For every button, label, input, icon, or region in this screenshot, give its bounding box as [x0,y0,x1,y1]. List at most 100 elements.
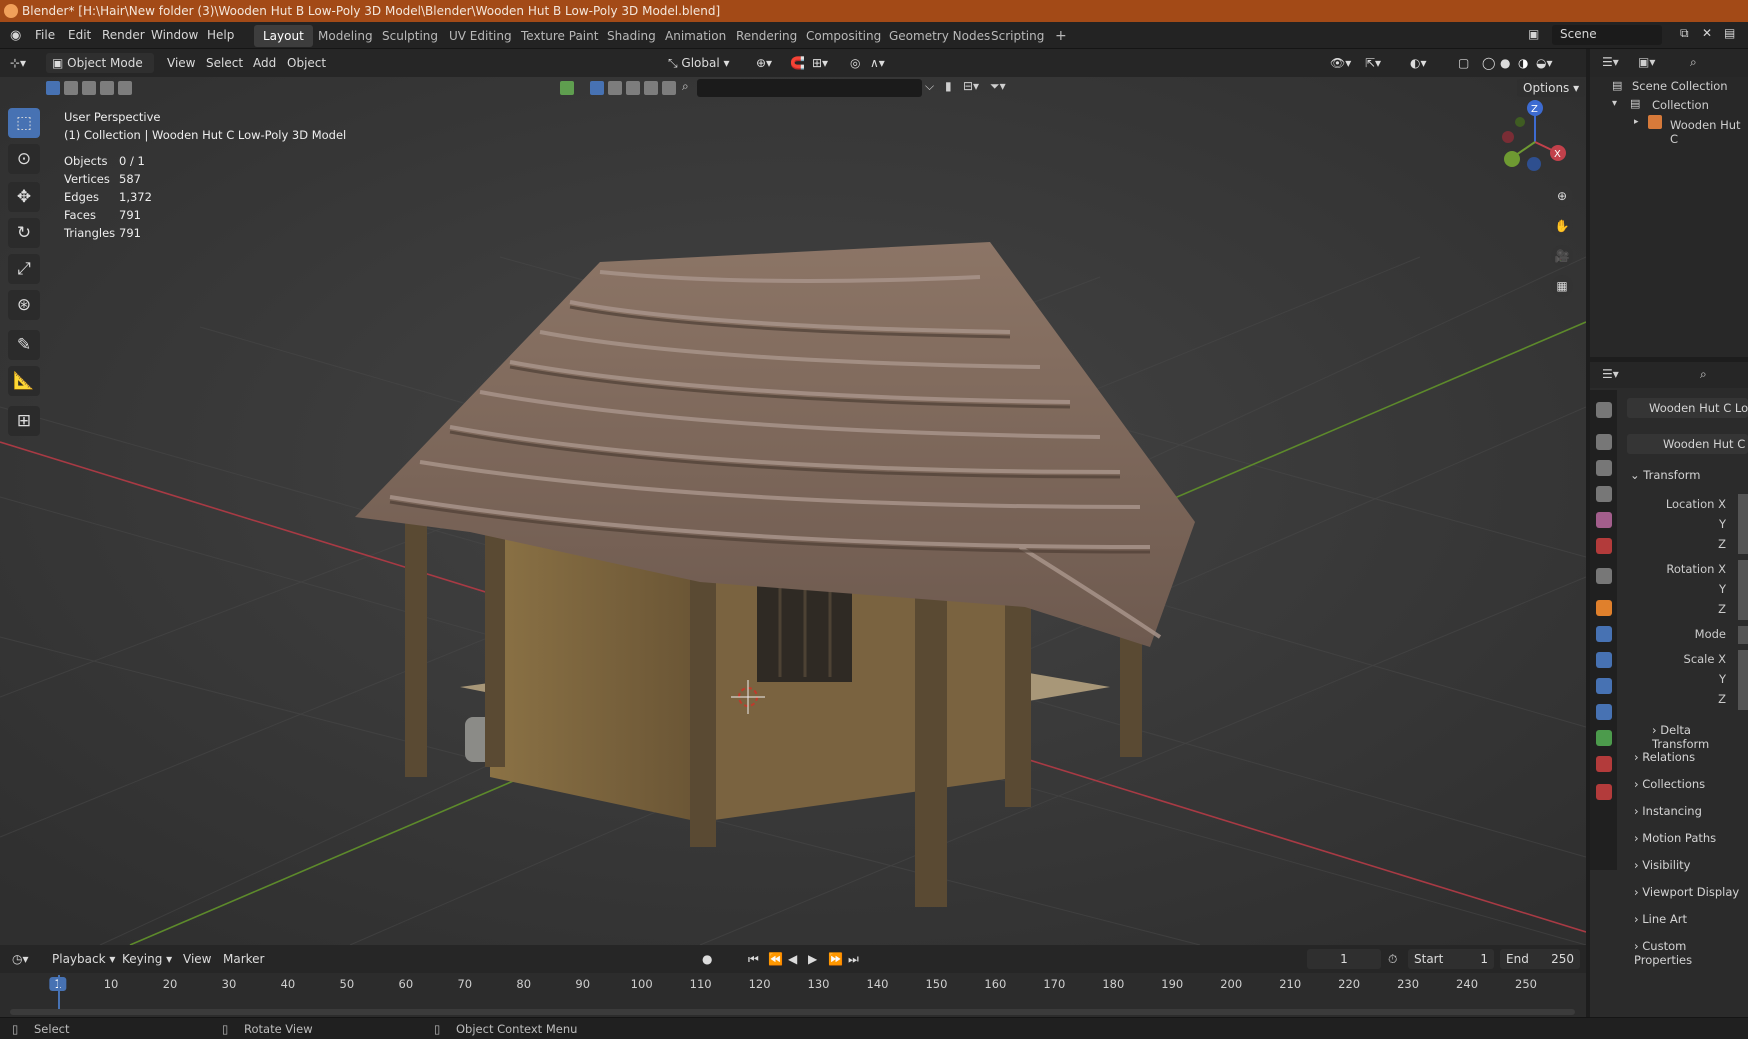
world-tab-icon[interactable] [1596,538,1612,554]
auto-keying-icon[interactable]: ● [702,949,712,969]
prev-keyframe-icon[interactable]: ⏪ [768,949,783,969]
select-box-tool-icon[interactable]: ⬚ [8,108,40,138]
cursor-tool-icon[interactable]: ⊙ [8,144,40,174]
data-tab-icon[interactable] [1596,730,1612,746]
timeline-view-menu[interactable]: View [183,949,211,969]
tab-scripting[interactable]: Scripting [982,25,1053,47]
menu-view[interactable]: View [167,53,195,73]
xray-icon[interactable]: ▢ [1458,53,1469,73]
move-tool-icon[interactable]: ✥ [8,182,40,212]
data-name-field[interactable]: Wooden Hut C Lo [1627,434,1748,454]
new-scene-icon[interactable]: ⧉ [1680,26,1689,41]
material-shading-icon[interactable]: ◑ [1518,53,1528,73]
menu-window[interactable]: Window [151,28,198,42]
timeline-area[interactable]: 1102030405060708090100110120130140150160… [0,973,1586,1017]
add-workspace-button[interactable]: + [1046,25,1076,47]
menu-render[interactable]: Render [102,28,145,42]
annotate-tool-icon[interactable]: ✎ [8,330,40,360]
timeline-editor-icon[interactable]: ◷▾ [12,949,29,969]
particles-tab-icon[interactable] [1596,652,1612,668]
transform-value-fields[interactable] [1738,494,1748,710]
current-frame-field[interactable]: 1 [1307,949,1381,969]
texture-tab-icon[interactable] [1596,784,1612,800]
select-new-icon[interactable] [46,81,60,95]
falloff-icon[interactable]: ∧▾ [870,53,885,73]
display-mode-icon[interactable]: ▣▾ [1638,55,1655,69]
tab-modeling[interactable]: Modeling [309,25,382,47]
start-frame-field[interactable]: Start 1 [1408,949,1494,969]
properties-editor-icon[interactable]: ☰▾ [1602,367,1619,381]
filter-icon[interactable]: ⏷▾ [990,79,1006,94]
viewport-display-panel[interactable]: › Viewport Display [1634,885,1739,899]
tab-compositing[interactable]: Compositing [797,25,890,47]
select-extend-icon[interactable] [64,81,78,95]
material-tab-icon[interactable] [1596,756,1612,772]
rotate-tool-icon[interactable]: ↻ [8,218,40,248]
world-filter-icon[interactable] [644,81,658,95]
proportional-edit-icon[interactable]: ◎ [850,53,860,73]
rendered-shading-icon[interactable]: ◒▾ [1536,53,1553,73]
line-art-panel[interactable]: › Line Art [1634,912,1687,926]
overlays-icon[interactable]: ◐▾ [1410,53,1427,73]
delta-transform-subpanel[interactable]: › Delta Transform [1652,723,1748,751]
playback-menu[interactable]: Playback ▾ [52,949,115,969]
snap-icon[interactable]: 🧲 [790,53,805,73]
scene-tab-icon[interactable] [1596,512,1612,528]
layout-icon[interactable]: ⊟▾ [963,79,979,93]
properties-search-icon[interactable]: ⌕ [1700,367,1707,382]
select-intersect-icon[interactable] [118,81,132,95]
menu-file[interactable]: File [35,28,55,42]
tool-tab-icon[interactable] [1596,402,1612,418]
output-tab-icon[interactable] [1596,460,1612,476]
tab-animation[interactable]: Animation [656,25,735,47]
menu-help[interactable]: Help [207,28,234,42]
collection-label[interactable]: Collection [1652,98,1709,112]
keying-menu[interactable]: Keying ▾ [122,949,172,969]
measure-tool-icon[interactable]: 📐 [8,366,40,396]
filter-search-input[interactable] [697,79,922,97]
scene-name-field[interactable]: Scene [1552,25,1662,45]
constraints-tab-icon[interactable] [1596,704,1612,720]
select-invert-icon[interactable] [100,81,114,95]
camera-view-icon[interactable]: 🎥 [1551,245,1573,267]
select-subtract-icon[interactable] [82,81,96,95]
view-layer-tab-icon[interactable] [1596,486,1612,502]
transform-panel-header[interactable]: ⌄ Transform [1630,468,1701,482]
next-keyframe-icon[interactable]: ⏩ [828,949,843,969]
object-type-icon[interactable] [560,81,574,95]
object-label[interactable]: Wooden Hut C [1670,118,1748,146]
menu-add[interactable]: Add [253,53,276,73]
orientation-dropdown[interactable]: ⤡ Global ▾ [668,53,730,73]
menu-edit[interactable]: Edit [68,28,91,42]
play-reverse-icon[interactable]: ◀ [788,949,797,969]
instancing-panel[interactable]: › Instancing [1634,804,1702,818]
jump-start-icon[interactable]: ⏮ [748,949,759,969]
collection-tab-icon[interactable] [1596,568,1612,584]
jump-end-icon[interactable]: ⏭ [848,949,859,969]
scene-collection-label[interactable]: Scene Collection [1632,79,1728,93]
end-frame-field[interactable]: End 250 [1500,949,1580,969]
tab-layout[interactable]: Layout [254,25,313,47]
object-expand-icon[interactable]: ▸ [1634,117,1639,127]
funnel-clear-icon[interactable]: ⌵ [925,79,934,94]
tab-uv-editing[interactable]: UV Editing [440,25,521,47]
pivot-icon[interactable]: ⊕▾ [756,53,772,73]
collections-panel[interactable]: › Collections [1634,777,1705,791]
modifier-tab-icon[interactable] [1596,626,1612,642]
collection-expand-icon[interactable]: ▾ [1612,98,1617,109]
view-layer-icon[interactable]: ▤ [1724,26,1735,40]
timeline-scrollbar[interactable] [10,1009,1575,1015]
render-tab-icon[interactable] [1596,434,1612,450]
object-tab-icon[interactable] [1596,600,1612,616]
scene-selector-icon[interactable]: ▣ [1528,27,1539,41]
tab-shading[interactable]: Shading [598,25,665,47]
solid-shading-icon[interactable]: ● [1500,53,1510,73]
clock-icon[interactable]: ⏱ [1388,949,1397,969]
options-dropdown[interactable]: Options ▾ [1517,79,1586,97]
scale-tool-icon[interactable]: ⤢ [8,254,40,284]
tab-sculpting[interactable]: Sculpting [373,25,447,47]
gizmo-icon[interactable]: ⇱▾ [1365,53,1381,73]
motion-paths-panel[interactable]: › Motion Paths [1634,831,1716,845]
ortho-grid-icon[interactable]: ▦ [1551,275,1573,297]
physics-tab-icon[interactable] [1596,678,1612,694]
